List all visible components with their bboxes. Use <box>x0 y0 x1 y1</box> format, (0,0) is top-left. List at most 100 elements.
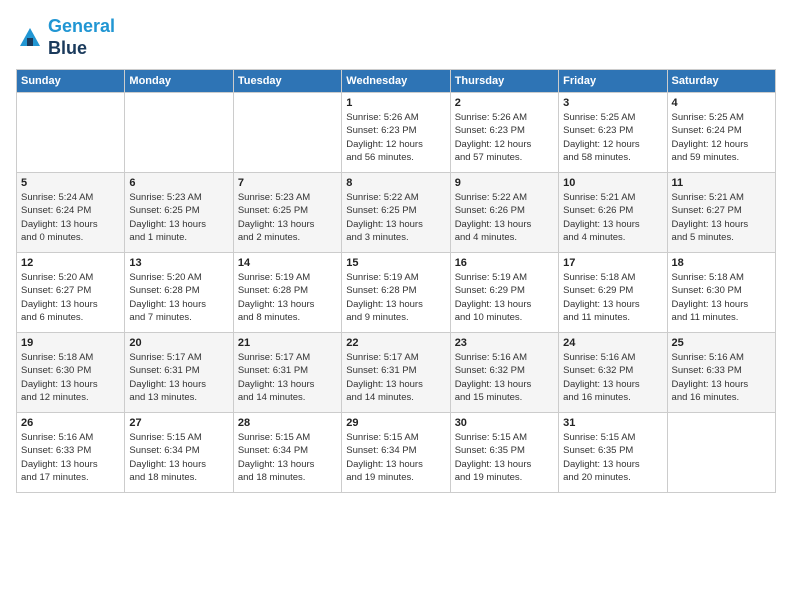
day-number: 12 <box>21 257 120 269</box>
calendar-week-row: 1Sunrise: 5:26 AM Sunset: 6:23 PM Daylig… <box>17 93 776 173</box>
day-number: 19 <box>21 337 120 349</box>
day-number: 28 <box>238 417 337 429</box>
day-number: 18 <box>672 257 771 269</box>
day-number: 5 <box>21 177 120 189</box>
calendar-header: SundayMondayTuesdayWednesdayThursdayFrid… <box>17 70 776 93</box>
weekday-header-cell: Wednesday <box>342 70 450 93</box>
day-content: Sunrise: 5:21 AM Sunset: 6:26 PM Dayligh… <box>563 191 662 244</box>
day-content: Sunrise: 5:19 AM Sunset: 6:29 PM Dayligh… <box>455 271 554 324</box>
day-number: 21 <box>238 337 337 349</box>
calendar-day-cell: 5Sunrise: 5:24 AM Sunset: 6:24 PM Daylig… <box>17 173 125 253</box>
weekday-header-row: SundayMondayTuesdayWednesdayThursdayFrid… <box>17 70 776 93</box>
day-number: 6 <box>129 177 228 189</box>
calendar-week-row: 26Sunrise: 5:16 AM Sunset: 6:33 PM Dayli… <box>17 413 776 493</box>
day-content: Sunrise: 5:17 AM Sunset: 6:31 PM Dayligh… <box>129 351 228 404</box>
calendar-day-cell: 17 Sunrise: 5:18 AM Sunset: 6:29 PM Dayli… <box>559 253 667 333</box>
calendar-day-cell: 13 Sunrise: 5:20 AM Sunset: 6:28 PM Dayli… <box>125 253 233 333</box>
calendar-day-cell: 11 Sunrise: 5:21 AM Sunset: 6:27 PM Dayli… <box>667 173 775 253</box>
calendar-day-cell: 4Sunrise: 5:25 AM Sunset: 6:24 PM Daylig… <box>667 93 775 173</box>
day-content: Sunrise: 5:19 AM Sunset: 6:28 PM Dayligh… <box>238 271 337 324</box>
calendar-day-cell: 14 Sunrise: 5:19 AM Sunset: 6:28 PM Dayli… <box>233 253 341 333</box>
calendar-day-cell: 9 Sunrise: 5:22 AM Sunset: 6:26 PM Daylig… <box>450 173 558 253</box>
day-number: 16 <box>455 257 554 269</box>
calendar-day-cell <box>17 93 125 173</box>
day-content: Sunrise: 5:15 AM Sunset: 6:35 PM Dayligh… <box>563 431 662 484</box>
day-content: Sunrise: 5:15 AM Sunset: 6:34 PM Dayligh… <box>238 431 337 484</box>
calendar-day-cell <box>233 93 341 173</box>
calendar-day-cell: 29 Sunrise: 5:15 AM Sunset: 6:34 PM Dayli… <box>342 413 450 493</box>
calendar-day-cell: 16 Sunrise: 5:19 AM Sunset: 6:29 PM Dayli… <box>450 253 558 333</box>
day-number: 2 <box>455 97 554 109</box>
calendar-day-cell: 19 Sunrise: 5:18 AM Sunset: 6:30 PM Dayli… <box>17 333 125 413</box>
day-content: Sunrise: 5:16 AM Sunset: 6:32 PM Dayligh… <box>455 351 554 404</box>
day-content: Sunrise: 5:17 AM Sunset: 6:31 PM Dayligh… <box>346 351 445 404</box>
day-content: Sunrise: 5:25 AM Sunset: 6:23 PM Dayligh… <box>563 111 662 164</box>
day-content: Sunrise: 5:18 AM Sunset: 6:30 PM Dayligh… <box>21 351 120 404</box>
calendar-body: 1Sunrise: 5:26 AM Sunset: 6:23 PM Daylig… <box>17 93 776 493</box>
calendar-day-cell: 23 Sunrise: 5:16 AM Sunset: 6:32 PM Dayli… <box>450 333 558 413</box>
calendar-day-cell <box>125 93 233 173</box>
calendar-day-cell: 2 Sunrise: 5:26 AM Sunset: 6:23 PM Daylig… <box>450 93 558 173</box>
day-content: Sunrise: 5:23 AM Sunset: 6:25 PM Dayligh… <box>238 191 337 244</box>
day-content: Sunrise: 5:16 AM Sunset: 6:33 PM Dayligh… <box>672 351 771 404</box>
day-number: 27 <box>129 417 228 429</box>
day-number: 29 <box>346 417 445 429</box>
day-number: 3 <box>563 97 662 109</box>
calendar-day-cell: 21 Sunrise: 5:17 AM Sunset: 6:31 PM Dayli… <box>233 333 341 413</box>
day-content: Sunrise: 5:16 AM Sunset: 6:32 PM Dayligh… <box>563 351 662 404</box>
day-number: 17 <box>563 257 662 269</box>
calendar-day-cell: 24 Sunrise: 5:16 AM Sunset: 6:32 PM Dayli… <box>559 333 667 413</box>
calendar-day-cell: 10 Sunrise: 5:21 AM Sunset: 6:26 PM Dayli… <box>559 173 667 253</box>
calendar-day-cell: 26Sunrise: 5:16 AM Sunset: 6:33 PM Dayli… <box>17 413 125 493</box>
calendar-day-cell: 6Sunrise: 5:23 AM Sunset: 6:25 PM Daylig… <box>125 173 233 253</box>
day-content: Sunrise: 5:17 AM Sunset: 6:31 PM Dayligh… <box>238 351 337 404</box>
day-content: Sunrise: 5:15 AM Sunset: 6:34 PM Dayligh… <box>346 431 445 484</box>
logo-icon <box>16 24 44 52</box>
day-content: Sunrise: 5:20 AM Sunset: 6:28 PM Dayligh… <box>129 271 228 324</box>
day-number: 10 <box>563 177 662 189</box>
calendar-day-cell: 20 Sunrise: 5:17 AM Sunset: 6:31 PM Dayli… <box>125 333 233 413</box>
calendar-day-cell <box>667 413 775 493</box>
weekday-header-cell: Sunday <box>17 70 125 93</box>
day-number: 14 <box>238 257 337 269</box>
calendar-day-cell: 15 Sunrise: 5:19 AM Sunset: 6:28 PM Dayli… <box>342 253 450 333</box>
weekday-header-cell: Friday <box>559 70 667 93</box>
day-number: 20 <box>129 337 228 349</box>
calendar-day-cell: 7Sunrise: 5:23 AM Sunset: 6:25 PM Daylig… <box>233 173 341 253</box>
calendar-week-row: 12 Sunrise: 5:20 AM Sunset: 6:27 PM Dayli… <box>17 253 776 333</box>
calendar-day-cell: 25 Sunrise: 5:16 AM Sunset: 6:33 PM Dayli… <box>667 333 775 413</box>
page-header: General Blue <box>16 16 776 59</box>
calendar-week-row: 5Sunrise: 5:24 AM Sunset: 6:24 PM Daylig… <box>17 173 776 253</box>
weekday-header-cell: Monday <box>125 70 233 93</box>
calendar-day-cell: 18 Sunrise: 5:18 AM Sunset: 6:30 PM Dayli… <box>667 253 775 333</box>
day-number: 25 <box>672 337 771 349</box>
calendar-week-row: 19 Sunrise: 5:18 AM Sunset: 6:30 PM Dayli… <box>17 333 776 413</box>
day-content: Sunrise: 5:26 AM Sunset: 6:23 PM Dayligh… <box>455 111 554 164</box>
day-content: Sunrise: 5:20 AM Sunset: 6:27 PM Dayligh… <box>21 271 120 324</box>
day-content: Sunrise: 5:21 AM Sunset: 6:27 PM Dayligh… <box>672 191 771 244</box>
day-number: 11 <box>672 177 771 189</box>
calendar-day-cell: 1Sunrise: 5:26 AM Sunset: 6:23 PM Daylig… <box>342 93 450 173</box>
day-content: Sunrise: 5:22 AM Sunset: 6:25 PM Dayligh… <box>346 191 445 244</box>
day-content: Sunrise: 5:18 AM Sunset: 6:30 PM Dayligh… <box>672 271 771 324</box>
day-content: Sunrise: 5:22 AM Sunset: 6:26 PM Dayligh… <box>455 191 554 244</box>
calendar-day-cell: 22Sunrise: 5:17 AM Sunset: 6:31 PM Dayli… <box>342 333 450 413</box>
day-content: Sunrise: 5:18 AM Sunset: 6:29 PM Dayligh… <box>563 271 662 324</box>
day-number: 24 <box>563 337 662 349</box>
day-number: 26 <box>21 417 120 429</box>
day-number: 9 <box>455 177 554 189</box>
day-number: 31 <box>563 417 662 429</box>
logo-text: General Blue <box>48 16 115 59</box>
day-content: Sunrise: 5:26 AM Sunset: 6:23 PM Dayligh… <box>346 111 445 164</box>
calendar-day-cell: 12 Sunrise: 5:20 AM Sunset: 6:27 PM Dayli… <box>17 253 125 333</box>
day-number: 4 <box>672 97 771 109</box>
day-content: Sunrise: 5:15 AM Sunset: 6:35 PM Dayligh… <box>455 431 554 484</box>
calendar-day-cell: 27Sunrise: 5:15 AM Sunset: 6:34 PM Dayli… <box>125 413 233 493</box>
day-number: 23 <box>455 337 554 349</box>
day-number: 8 <box>346 177 445 189</box>
logo: General Blue <box>16 16 115 59</box>
day-content: Sunrise: 5:19 AM Sunset: 6:28 PM Dayligh… <box>346 271 445 324</box>
weekday-header-cell: Saturday <box>667 70 775 93</box>
day-number: 13 <box>129 257 228 269</box>
day-number: 15 <box>346 257 445 269</box>
